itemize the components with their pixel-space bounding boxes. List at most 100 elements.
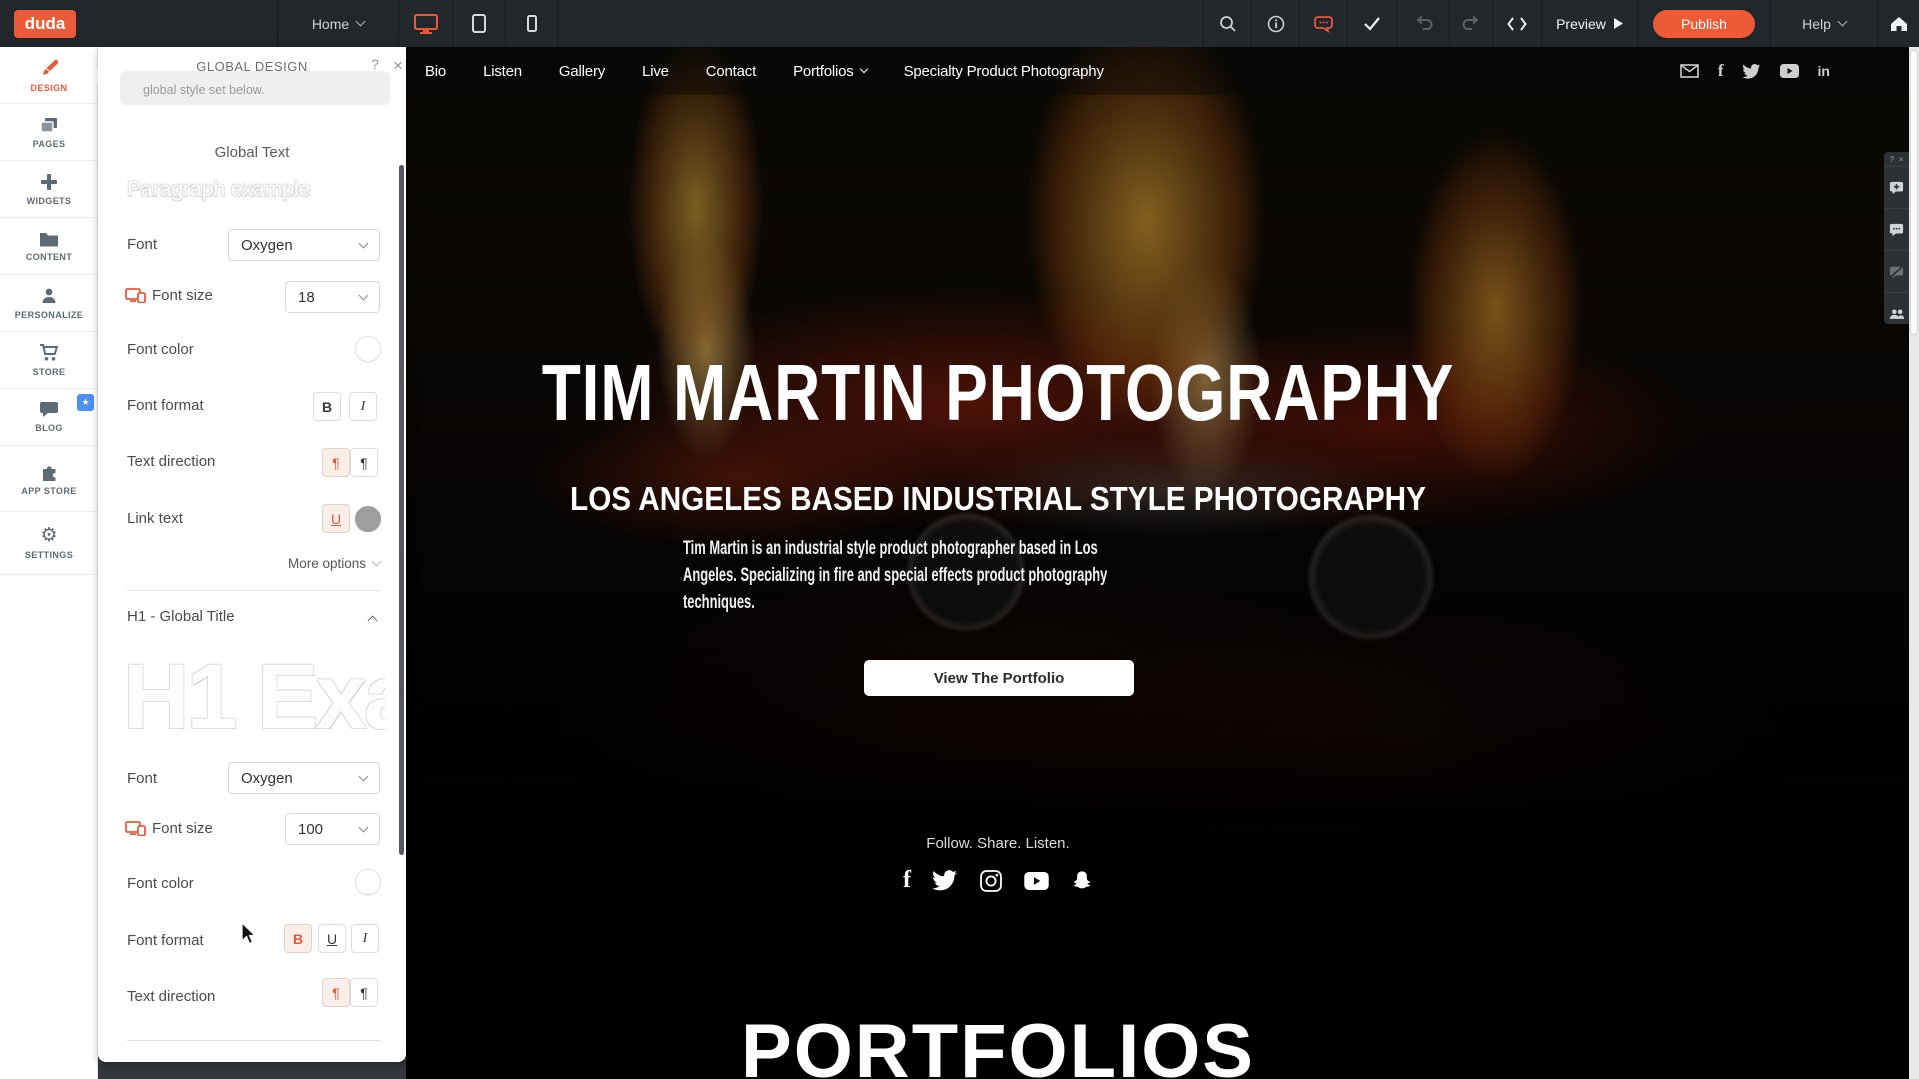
facebook-icon[interactable]: f — [903, 867, 911, 894]
redo-icon — [1462, 15, 1481, 32]
undo-button[interactable] — [1396, 0, 1449, 47]
info-button[interactable] — [1251, 0, 1299, 47]
device-tablet-button[interactable] — [452, 0, 505, 47]
twitter-icon[interactable] — [933, 870, 958, 891]
email-icon[interactable] — [1680, 64, 1699, 78]
sidebar-item-widgets[interactable]: WIDGETS — [0, 161, 98, 218]
hero-description: Tim Martin is an industrial style produc… — [683, 535, 1134, 616]
desktop-icon — [413, 13, 439, 35]
preview-button[interactable]: Preview — [1541, 0, 1637, 47]
sidebar-item-app-store[interactable]: APP STORE — [0, 446, 98, 512]
responsive-devices-icon — [125, 288, 147, 303]
device-desktop-button[interactable] — [398, 0, 452, 47]
font-select-value: Oxygen — [241, 237, 293, 254]
add-comment-button[interactable] — [1884, 166, 1909, 208]
help-menu[interactable]: Help — [1770, 0, 1877, 47]
facebook-icon[interactable]: f — [1718, 61, 1724, 81]
tools-close-button[interactable]: × — [1899, 155, 1904, 164]
nav-item-contact[interactable]: Contact — [706, 63, 756, 80]
sidebar-item-label: DESIGN — [31, 83, 68, 93]
dashboard-home-button[interactable] — [1877, 0, 1919, 47]
publish-cell: Publish — [1637, 0, 1770, 47]
link-underline-button[interactable]: U — [322, 504, 350, 533]
device-mobile-button[interactable] — [505, 0, 558, 47]
font-color-swatch[interactable] — [355, 336, 381, 362]
linkedin-icon[interactable]: in — [1818, 63, 1830, 79]
h1-bold-button[interactable]: B — [284, 924, 312, 953]
italic-button[interactable]: I — [349, 392, 377, 421]
sidebar-item-label: PERSONALIZE — [15, 310, 83, 320]
bold-button[interactable]: B — [313, 392, 341, 421]
collaboration-tools-panel: ? × — [1884, 152, 1909, 324]
sidebar-item-design[interactable]: DESIGN — [0, 47, 98, 104]
h1-text-direction-rtl-button[interactable]: ¶ — [350, 978, 378, 1007]
nav-item-bio[interactable]: Bio — [425, 63, 446, 80]
panel-scrollbar[interactable] — [399, 165, 404, 855]
sidebar-item-settings[interactable]: ⚙ SETTINGS — [0, 512, 98, 575]
nav-item-specialty[interactable]: Specialty Product Photography — [904, 63, 1104, 80]
comments-button[interactable] — [1884, 208, 1909, 250]
h1-font-select-value: Oxygen — [241, 770, 293, 787]
save-check-button[interactable] — [1347, 0, 1396, 47]
font-color-label: Font color — [127, 341, 194, 358]
h1-italic-button[interactable]: I — [351, 924, 379, 953]
youtube-icon[interactable] — [1024, 872, 1049, 890]
instagram-icon[interactable] — [980, 870, 1002, 892]
redo-button[interactable] — [1449, 0, 1492, 47]
nav-item-live[interactable]: Live — [642, 63, 669, 80]
publish-button[interactable]: Publish — [1653, 10, 1755, 38]
nav-item-gallery[interactable]: Gallery — [559, 63, 605, 80]
link-color-swatch[interactable] — [355, 506, 381, 532]
sidebar-item-label: APP STORE — [21, 486, 76, 496]
responsive-devices-icon — [125, 821, 147, 836]
panel-close-button[interactable]: × — [389, 56, 407, 76]
feedback-chat-icon — [1314, 15, 1334, 33]
font-select[interactable]: Oxygen — [228, 229, 380, 261]
site-scrollbar-thumb[interactable] — [1910, 50, 1918, 335]
hide-comments-button[interactable] — [1884, 250, 1909, 292]
sidebar-item-store[interactable]: STORE — [0, 332, 98, 389]
nav-item-portfolios[interactable]: Portfolios — [793, 63, 867, 80]
sidebar-item-personalize[interactable]: PERSONALIZE — [0, 275, 98, 332]
twitter-icon[interactable] — [1743, 64, 1761, 79]
duda-logo: duda — [14, 10, 76, 38]
youtube-icon[interactable] — [1780, 64, 1799, 78]
font-size-select[interactable]: 18 — [285, 281, 380, 313]
info-icon — [1267, 15, 1285, 33]
sidebar-item-pages[interactable]: PAGES — [0, 104, 98, 161]
site-scrollbar[interactable] — [1909, 47, 1919, 1079]
sidebar-item-content[interactable]: CONTENT — [0, 218, 98, 275]
text-direction-rtl-button[interactable]: ¶ — [350, 448, 378, 477]
more-options-link[interactable]: More options — [288, 556, 380, 571]
snapchat-icon[interactable] — [1071, 870, 1093, 892]
view-portfolio-button[interactable]: View The Portfolio — [864, 660, 1134, 696]
h1-font-format-label: Font format — [127, 932, 204, 949]
brush-icon — [38, 58, 60, 78]
site-preview-canvas[interactable]: Bio Listen Gallery Live Contact Portfoli… — [406, 47, 1909, 1079]
dev-mode-button[interactable] — [1492, 0, 1541, 47]
nav-item-listen[interactable]: Listen — [483, 63, 522, 80]
text-direction-label: Text direction — [127, 453, 215, 470]
h1-text-direction-label: Text direction — [127, 988, 215, 1005]
h1-font-select[interactable]: Oxygen — [228, 762, 380, 794]
search-button[interactable] — [1203, 0, 1251, 47]
plus-icon — [40, 173, 58, 191]
more-options-label: More options — [288, 556, 366, 571]
h1-font-color-swatch[interactable] — [355, 869, 381, 895]
play-icon — [1614, 18, 1623, 29]
text-direction-ltr-button[interactable]: ¶ — [322, 448, 350, 477]
puzzle-icon — [40, 462, 59, 481]
sidebar-item-label: CONTENT — [26, 252, 72, 262]
h1-underline-button[interactable]: U — [318, 924, 346, 953]
collapse-chevron-up-icon[interactable] — [368, 616, 378, 626]
panel-help-button[interactable]: ? — [366, 56, 384, 72]
h1-font-size-select[interactable]: 100 — [285, 813, 380, 845]
chevron-down-icon — [356, 17, 366, 27]
tools-help-button[interactable]: ? — [1889, 155, 1893, 164]
chat-bubble-icon — [39, 401, 59, 418]
collaborators-button[interactable] — [1884, 292, 1909, 334]
page-selector[interactable]: Home — [277, 0, 398, 47]
top-toolbar: duda Home — [0, 0, 1919, 47]
feedback-button[interactable] — [1299, 0, 1347, 47]
h1-text-direction-ltr-button[interactable]: ¶ — [322, 978, 350, 1007]
